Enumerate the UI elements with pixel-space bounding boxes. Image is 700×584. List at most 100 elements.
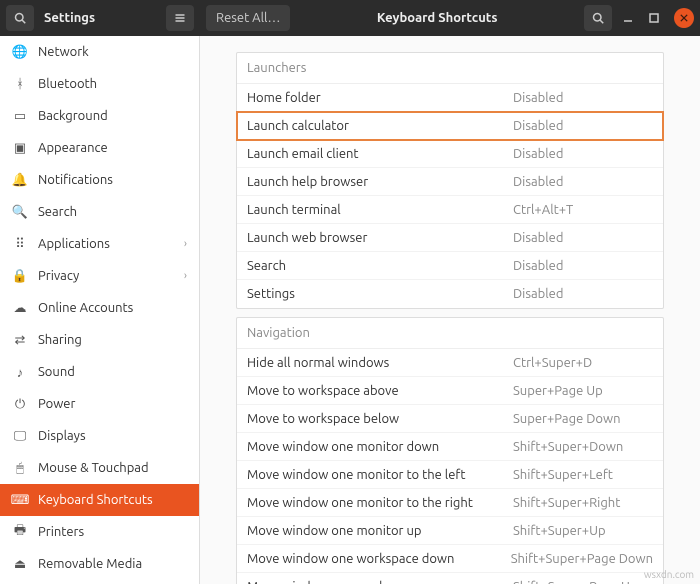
sidebar: 🌐Network ᚼ Bluetooth ▭Background▣Appearance… <box>0 36 200 584</box>
shortcut-label: Hide all normal windows <box>247 356 513 370</box>
shortcut-row[interactable]: Launch terminalCtrl+Alt+T <box>237 196 663 224</box>
privacy-icon: 🔒 <box>12 268 28 284</box>
sound-icon: ♪ <box>12 364 28 380</box>
sidebar-item-power[interactable]: ⏻Power <box>0 388 199 420</box>
removable-media-icon: ⏏ <box>12 556 28 572</box>
shortcut-value: Shift+Super+Page Down <box>511 552 653 566</box>
maximize-button[interactable] <box>644 8 664 28</box>
shortcut-row[interactable]: Move window one monitor downShift+Super+… <box>237 433 663 461</box>
sidebar-item-sharing[interactable]: ⇄ Sharing <box>0 324 199 356</box>
content-search-button[interactable] <box>584 5 612 31</box>
sidebar-item-label: Sharing <box>38 333 82 347</box>
hamburger-menu-button[interactable] <box>166 5 194 31</box>
shortcut-row[interactable]: Launch web browserDisabled <box>237 224 663 252</box>
content-area: LaunchersHome folderDisabledLaunch calcu… <box>200 36 700 584</box>
watermark: wsxdn.com <box>644 569 694 580</box>
shortcut-value: Shift+Super+Up <box>513 524 653 538</box>
shortcut-label: Move window one monitor to the left <box>247 468 513 482</box>
sidebar-item-network[interactable]: 🌐Network <box>0 36 199 68</box>
shortcut-row[interactable]: Launch calculatorDisabled <box>237 112 663 140</box>
shortcut-row[interactable]: Move window one workspace upShift+Super+… <box>237 573 663 584</box>
network-icon: 🌐 <box>12 44 28 60</box>
sidebar-item-online-accounts[interactable]: ☁ Online Accounts <box>0 292 199 324</box>
sharing-icon: ⇄ <box>12 332 28 348</box>
shortcut-row[interactable]: Launch email clientDisabled <box>237 140 663 168</box>
sidebar-item-label: Displays <box>38 429 86 443</box>
shortcut-row[interactable]: Move to workspace aboveSuper+Page Up <box>237 377 663 405</box>
shortcut-label: Launch web browser <box>247 231 513 245</box>
section-header: Launchers <box>237 53 663 84</box>
shortcut-value: Disabled <box>513 259 653 273</box>
sidebar-item-appearance[interactable]: ▣Appearance <box>0 132 199 164</box>
shortcut-row[interactable]: Move window one monitor upShift+Super+Up <box>237 517 663 545</box>
shortcut-label: Home folder <box>247 91 513 105</box>
notifications-icon: 🔔 <box>12 172 28 188</box>
minimize-button[interactable] <box>618 8 638 28</box>
chevron-right-icon: › <box>184 270 187 282</box>
sidebar-item-label: Search <box>38 205 77 219</box>
shortcut-value: Disabled <box>513 119 653 133</box>
shortcut-value: Shift+Super+Right <box>513 496 653 510</box>
shortcut-label: Launch calculator <box>247 119 513 133</box>
sidebar-item-keyboard-shortcuts[interactable]: ⌨Keyboard Shortcuts <box>0 484 199 516</box>
shortcut-row[interactable]: SearchDisabled <box>237 252 663 280</box>
shortcut-row[interactable]: Move window one workspace downShift+Supe… <box>237 545 663 573</box>
sidebar-item-sound[interactable]: ♪Sound <box>0 356 199 388</box>
shortcut-label: Settings <box>247 287 513 301</box>
sidebar-item-search[interactable]: 🔍Search <box>0 196 199 228</box>
sidebar-item-label: Removable Media <box>38 557 142 571</box>
sidebar-item-notifications[interactable]: 🔔 Notifications <box>0 164 199 196</box>
sidebar-item-printers[interactable]: 🖶Printers <box>0 516 199 548</box>
section-navigation: NavigationHide all normal windowsCtrl+Su… <box>236 317 664 584</box>
sidebar-item-label: Bluetooth <box>38 77 97 91</box>
shortcut-label: Move to workspace above <box>247 384 513 398</box>
chevron-right-icon: › <box>184 238 187 250</box>
shortcut-label: Launch terminal <box>247 203 513 217</box>
bluetooth-icon: ᚼ <box>12 76 28 92</box>
sidebar-search-button[interactable] <box>6 5 34 31</box>
sidebar-item-label: Background <box>38 109 108 123</box>
sidebar-item-mouse-touchpad[interactable]: 🖱 Mouse & Touchpad <box>0 452 199 484</box>
sidebar-item-label: Notifications <box>38 173 113 187</box>
shortcut-label: Move window one workspace up <box>247 580 513 584</box>
sidebar-item-background[interactable]: ▭Background <box>0 100 199 132</box>
shortcut-row[interactable]: Launch help browserDisabled <box>237 168 663 196</box>
shortcut-value: Disabled <box>513 231 653 245</box>
sidebar-item-removable-media[interactable]: ⏏ Removable Media <box>0 548 199 580</box>
shortcut-value: Shift+Super+Down <box>513 440 653 454</box>
sidebar-item-label: Printers <box>38 525 84 539</box>
sidebar-item-displays[interactable]: 🖵 Displays <box>0 420 199 452</box>
shortcut-value: Super+Page Down <box>513 412 653 426</box>
section-launchers: LaunchersHome folderDisabledLaunch calcu… <box>236 52 664 309</box>
sidebar-item-label: Online Accounts <box>38 301 133 315</box>
shortcut-row[interactable]: Home folderDisabled <box>237 84 663 112</box>
online-accounts-icon: ☁ <box>12 300 28 316</box>
shortcut-value: Ctrl+Alt+T <box>513 203 653 217</box>
sidebar-item-label: Appearance <box>38 141 108 155</box>
power-icon: ⏻ <box>12 396 28 412</box>
sidebar-item-bluetooth[interactable]: ᚼ Bluetooth <box>0 68 199 100</box>
shortcut-row[interactable]: Move to workspace belowSuper+Page Down <box>237 405 663 433</box>
page-title: Keyboard Shortcuts <box>296 11 578 25</box>
sidebar-item-privacy[interactable]: 🔒 Privacy › <box>0 260 199 292</box>
shortcut-row[interactable]: Move window one monitor to the rightShif… <box>237 489 663 517</box>
sidebar-item-label: Privacy <box>38 269 79 283</box>
close-button[interactable] <box>674 8 694 28</box>
shortcut-row[interactable]: SettingsDisabled <box>237 280 663 308</box>
sidebar-item-label: Mouse & Touchpad <box>38 461 149 475</box>
displays-icon: 🖵 <box>12 428 28 444</box>
shortcut-label: Move window one monitor down <box>247 440 513 454</box>
mouse-touchpad-icon: 🖱 <box>12 460 28 476</box>
settings-title: Settings <box>40 11 160 25</box>
shortcut-row[interactable]: Hide all normal windowsCtrl+Super+D <box>237 349 663 377</box>
shortcut-value: Ctrl+Super+D <box>513 356 653 370</box>
shortcut-row[interactable]: Move window one monitor to the leftShift… <box>237 461 663 489</box>
sidebar-item-applications[interactable]: ⠿Applications› <box>0 228 199 260</box>
keyboard-shortcuts-icon: ⌨ <box>12 492 28 508</box>
reset-all-button[interactable]: Reset All… <box>206 5 290 31</box>
shortcut-value: Shift+Super+Left <box>513 468 653 482</box>
shortcut-label: Launch help browser <box>247 175 513 189</box>
shortcut-label: Move to workspace below <box>247 412 513 426</box>
shortcut-value: Disabled <box>513 147 653 161</box>
shortcut-label: Move window one monitor up <box>247 524 513 538</box>
